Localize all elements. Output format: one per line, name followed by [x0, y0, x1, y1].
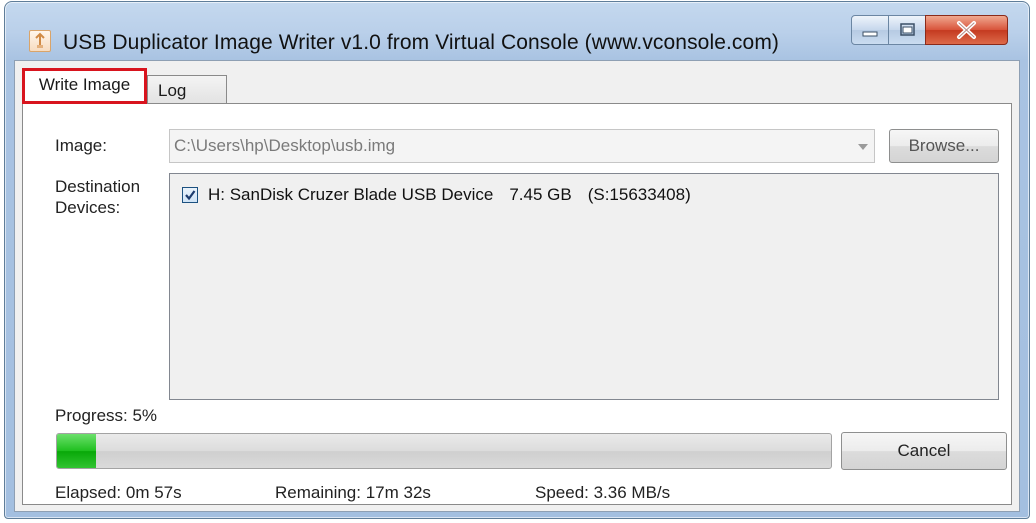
elapsed-time: Elapsed: 0m 57s — [55, 483, 182, 502]
progress-bar-fill — [57, 434, 96, 468]
device-name: H: SanDisk Cruzer Blade USB Device — [208, 185, 494, 204]
checkmark-icon — [185, 190, 196, 201]
app-window: USB Duplicator Image Writer v1.0 from Vi… — [4, 1, 1030, 519]
browse-button[interactable]: Browse... — [889, 129, 999, 163]
minimize-button[interactable] — [851, 15, 889, 45]
image-label: Image: — [55, 136, 107, 155]
remaining-time: Remaining: 17m 32s — [275, 483, 431, 502]
progress-bar — [56, 433, 832, 469]
progress-label: Progress: 5% — [55, 406, 158, 425]
cancel-button[interactable]: Cancel — [841, 432, 1007, 470]
device-serial: (S:15633408) — [587, 185, 691, 204]
title-bar[interactable]: USB Duplicator Image Writer v1.0 from Vi… — [5, 2, 1029, 60]
maximize-icon — [900, 23, 915, 36]
device-size: 7.45 GB — [509, 185, 572, 204]
image-path-combo[interactable]: C:\Users\hp\Desktop\usb.img — [169, 129, 875, 163]
image-path-value: C:\Users\hp\Desktop\usb.img — [174, 136, 396, 155]
write-speed: Speed: 3.36 MB/s — [535, 483, 671, 502]
minimize-icon — [862, 31, 878, 37]
destination-label-line1: Destination — [55, 177, 141, 196]
device-checkbox[interactable] — [182, 187, 198, 203]
destination-label-line2: Devices: — [55, 198, 121, 217]
client-area: Write Image Log Image: C:\Users\hp\Deskt… — [14, 60, 1020, 512]
window-title: USB Duplicator Image Writer v1.0 from Vi… — [63, 31, 780, 54]
destination-devices-list[interactable]: H: SanDisk Cruzer Blade USB Device 7.45 G… — [169, 173, 999, 400]
maximize-button[interactable] — [888, 15, 926, 45]
close-icon — [957, 21, 976, 39]
chevron-down-icon[interactable] — [858, 144, 868, 150]
write-image-panel: Image: C:\Users\hp\Desktop\usb.img Brows… — [22, 103, 1012, 505]
app-icon[interactable] — [29, 30, 51, 52]
tab-write-image[interactable]: Write Image — [22, 68, 147, 104]
close-button[interactable] — [925, 15, 1008, 45]
device-details: H: SanDisk Cruzer Blade USB Device 7.45 G… — [208, 185, 707, 205]
